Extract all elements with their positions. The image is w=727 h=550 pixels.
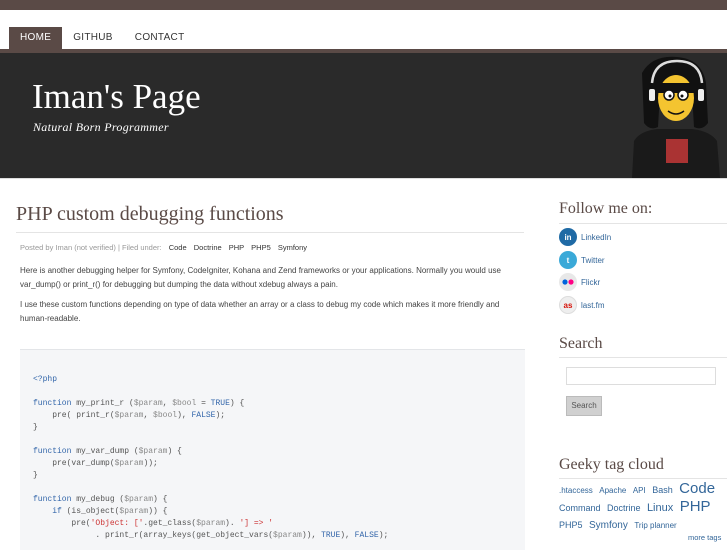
tag-cloud-item[interactable]: Bash	[652, 485, 673, 495]
code-line: function my_print_r ($param, $bool = TRU…	[33, 399, 245, 408]
site-header: Iman's Page Natural Born Programmer	[0, 53, 727, 178]
main-nav: HOME GITHUB CONTACT	[9, 27, 196, 49]
sidebar-divider	[559, 357, 727, 358]
post-meta-prefix: Posted by Iman (not verified) | Filed un…	[20, 243, 162, 252]
follow-twitter[interactable]: t Twitter	[559, 251, 605, 269]
code-line: pre(var_dump($param));	[33, 459, 158, 468]
tag-cloud-item[interactable]: Command	[559, 503, 601, 513]
code-line: . print_r(array_keys(get_object_vars($pa…	[33, 531, 389, 540]
code-line: }	[33, 423, 38, 432]
code-block: <?php function my_print_r ($param, $bool…	[20, 349, 525, 550]
tag-link[interactable]: Doctrine	[194, 243, 222, 252]
code-line: pre( print_r($param, $bool), FALSE);	[33, 411, 226, 420]
tag-link[interactable]: PHP5	[251, 243, 271, 252]
follow-flickr[interactable]: Flickr	[559, 273, 600, 291]
code-line: pre('Object: ['.get_class($param). '] =>…	[33, 519, 274, 528]
tag-cloud-item[interactable]: Linux	[647, 502, 673, 514]
tag-link[interactable]: PHP	[229, 243, 244, 252]
more-tags-link[interactable]: more tags	[688, 533, 721, 542]
site-tagline: Natural Born Programmer	[33, 120, 169, 134]
tag-cloud-item[interactable]: Doctrine	[607, 503, 641, 513]
site-title[interactable]: Iman's Page	[32, 77, 201, 117]
tag-link[interactable]: Symfony	[278, 243, 307, 252]
post-paragraph: I use these custom functions depending o…	[20, 300, 500, 323]
code-line: <?php	[33, 375, 58, 384]
tag-cloud-item[interactable]: Code	[679, 480, 715, 497]
tag-cloud-item[interactable]: API	[633, 486, 646, 495]
search-button[interactable]: Search	[566, 396, 602, 416]
post-paragraph: Here is another debugging helper for Sym…	[20, 266, 502, 289]
follow-label: LinkedIn	[581, 232, 612, 242]
linkedin-icon: in	[559, 228, 577, 246]
search-input[interactable]	[566, 367, 716, 385]
tag-cloud-item[interactable]: PHP	[680, 498, 711, 515]
tag-cloud-heading: Geeky tag cloud	[559, 456, 664, 473]
sidebar-divider	[559, 478, 727, 479]
follow-lastfm[interactable]: as last.fm	[559, 296, 605, 314]
follow-label: last.fm	[581, 300, 605, 310]
tag-cloud-item[interactable]: Apache	[599, 486, 626, 495]
avatar-illustration-icon	[632, 56, 720, 178]
tag-cloud-item[interactable]: Symfony	[589, 520, 628, 531]
follow-linkedin[interactable]: in LinkedIn	[559, 228, 611, 246]
search-heading: Search	[559, 335, 603, 352]
nav-home[interactable]: HOME	[9, 27, 63, 49]
nav-github[interactable]: GITHUB	[62, 27, 124, 49]
follow-label: Twitter	[581, 255, 605, 265]
code-line: }	[33, 471, 38, 480]
tag-cloud-item[interactable]: .htaccess	[559, 486, 593, 495]
post-meta: Posted by Iman (not verified) | Filed un…	[20, 243, 307, 252]
tag-cloud: .htaccess Apache API Bash Code Command D…	[559, 481, 724, 534]
follow-label: Flickr	[581, 277, 601, 287]
nav-contact[interactable]: CONTACT	[124, 27, 196, 49]
follow-heading: Follow me on:	[559, 200, 653, 217]
tag-cloud-item[interactable]: PHP5	[559, 520, 583, 530]
main-area: PHP custom debugging functions Posted by…	[0, 178, 727, 550]
flickr-icon	[559, 273, 577, 291]
code-line: if (is_object($param)) {	[52, 507, 168, 516]
tag-cloud-item[interactable]: Trip planner	[634, 521, 676, 530]
tag-link[interactable]: Code	[169, 243, 187, 252]
code-line: function my_var_dump ($param) {	[33, 447, 182, 456]
twitter-icon: t	[559, 251, 577, 269]
code-listing: <?php function my_print_r ($param, $bool…	[33, 374, 388, 542]
top-band	[0, 0, 727, 10]
post-title[interactable]: PHP custom debugging functions	[16, 203, 284, 226]
code-line: function my_debug ($param) {	[33, 495, 168, 504]
sidebar-divider	[559, 223, 727, 224]
title-divider	[16, 232, 524, 233]
navbar: HOME GITHUB CONTACT	[0, 10, 727, 51]
lastfm-icon: as	[559, 296, 577, 314]
